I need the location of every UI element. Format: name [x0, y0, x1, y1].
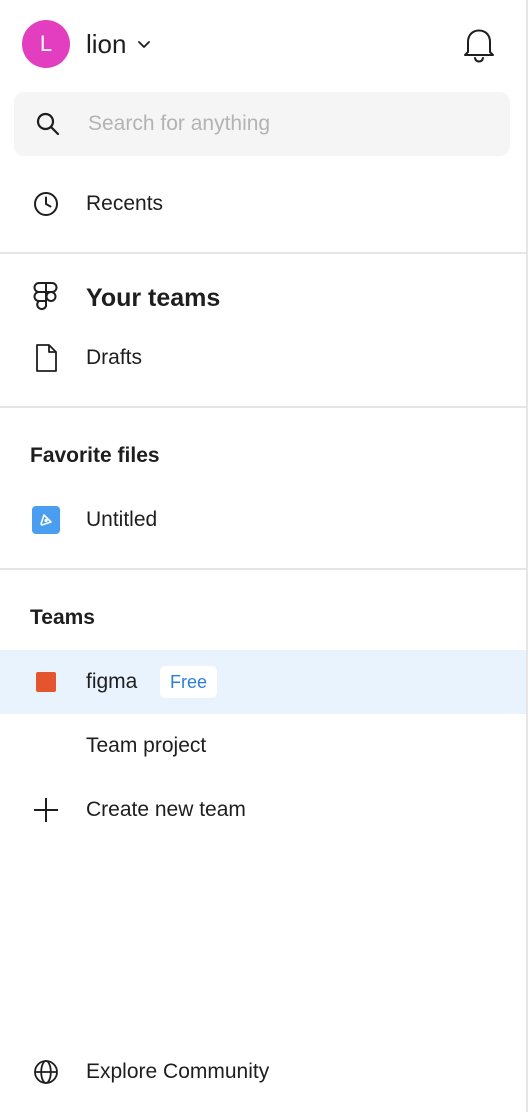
chevron-down-icon	[136, 36, 152, 52]
search-icon	[34, 110, 62, 138]
explore-community-link[interactable]: Explore Community	[0, 1040, 526, 1104]
avatar-initial: L	[39, 31, 53, 56]
favorite-file-item[interactable]: Untitled	[0, 488, 526, 552]
divider	[0, 568, 526, 570]
team-color-wrapper	[32, 668, 60, 696]
avatar[interactable]: L	[22, 20, 70, 68]
figma-logo-icon	[32, 282, 60, 312]
plus-icon	[32, 796, 60, 824]
explore-community-label: Explore Community	[86, 1060, 270, 1083]
search-bar[interactable]	[14, 92, 510, 156]
nav-item-label: Your teams	[86, 283, 221, 312]
team-item-figma[interactable]: figma Free	[0, 650, 526, 714]
bell-icon[interactable]	[460, 24, 498, 64]
team-color-square	[36, 672, 56, 692]
nav-item-label: Drafts	[86, 346, 143, 369]
favorite-file-label: Untitled	[86, 508, 158, 531]
nav-item-label: Recents	[86, 192, 164, 215]
teams-heading: Teams	[30, 606, 95, 629]
sidebar: L lion Search for anything Recents Your …	[0, 0, 528, 1112]
sidebar-header: L lion	[0, 0, 526, 90]
username: lion	[86, 28, 127, 59]
divider	[0, 252, 526, 254]
plan-badge: Free	[160, 666, 218, 698]
account-switcher[interactable]: L lion	[22, 20, 152, 68]
create-new-team-label: Create new team	[86, 798, 246, 821]
document-icon	[32, 344, 60, 372]
divider	[0, 406, 526, 408]
design-file-icon	[32, 506, 60, 534]
search-input[interactable]	[86, 111, 490, 137]
nav-item-drafts[interactable]: Drafts	[0, 326, 526, 390]
nav-item-your-teams[interactable]: Your teams	[0, 266, 526, 330]
create-new-team-button[interactable]: Create new team	[0, 778, 526, 842]
nav-item-recents[interactable]: Recents	[0, 172, 526, 236]
globe-icon	[32, 1058, 60, 1086]
team-project-label: Team project	[86, 734, 207, 757]
team-name: figma	[86, 670, 138, 693]
favorites-heading: Favorite files	[30, 444, 160, 467]
file-icon-wrapper	[32, 506, 60, 534]
clock-icon	[32, 190, 60, 218]
team-project-item[interactable]: Team project	[0, 714, 526, 778]
